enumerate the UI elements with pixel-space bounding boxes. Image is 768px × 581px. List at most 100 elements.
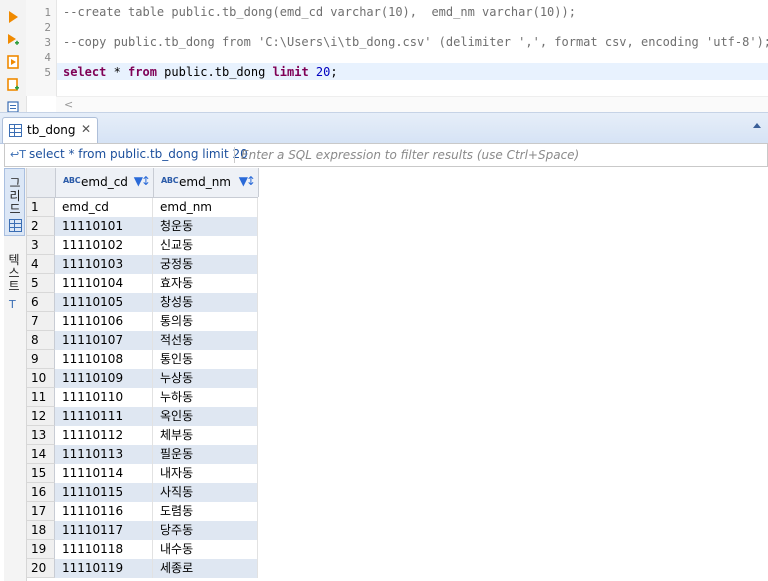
- cell-emd-nm[interactable]: 통의동: [153, 312, 258, 331]
- cell-emd-cd[interactable]: 11110117: [55, 521, 153, 540]
- row-number[interactable]: 19: [27, 540, 55, 559]
- table-row[interactable]: 11 11110110 누하동: [27, 388, 258, 407]
- table-row[interactable]: 13 11110112 체부동: [27, 426, 258, 445]
- execute-statement-icon[interactable]: [6, 10, 20, 24]
- cell-emd-nm[interactable]: 신교동: [153, 236, 258, 255]
- filter-sort-icon[interactable]: ▼↕: [134, 174, 151, 188]
- code-line-1[interactable]: --create table public.tb_dong(emd_cd var…: [63, 5, 576, 20]
- cell-emd-nm[interactable]: 누상동: [153, 369, 258, 388]
- cell-emd-nm[interactable]: 효자동: [153, 274, 258, 293]
- row-number[interactable]: 15: [27, 464, 55, 483]
- cell-emd-cd[interactable]: 11110101: [55, 217, 153, 236]
- execute-in-new-tab-icon[interactable]: [6, 33, 20, 47]
- row-number[interactable]: 4: [27, 255, 55, 274]
- table-row[interactable]: 19 11110118 내수동: [27, 540, 258, 559]
- table-row[interactable]: 17 11110116 도렴동: [27, 502, 258, 521]
- cell-emd-cd[interactable]: 11110107: [55, 331, 153, 350]
- sql-editor[interactable]: 1 2 3 4 5 --create table public.tb_dong(…: [0, 0, 768, 113]
- filter-sort-icon[interactable]: ▼↕: [239, 174, 256, 188]
- cell-emd-nm[interactable]: 누하동: [153, 388, 258, 407]
- row-number[interactable]: 5: [27, 274, 55, 293]
- row-number[interactable]: 7: [27, 312, 55, 331]
- cell-emd-cd[interactable]: 11110114: [55, 464, 153, 483]
- cell-emd-nm[interactable]: 창성동: [153, 293, 258, 312]
- code-line-5[interactable]: select * from public.tb_dong limit 20;: [63, 65, 338, 80]
- cell-emd-cd[interactable]: 11110102: [55, 236, 153, 255]
- cell-emd-cd[interactable]: emd_cd: [55, 198, 153, 217]
- row-number[interactable]: 9: [27, 350, 55, 369]
- code-line-3[interactable]: --copy public.tb_dong from 'C:\Users\i\t…: [63, 35, 768, 50]
- table-row[interactable]: 12 11110111 옥인동: [27, 407, 258, 426]
- cell-emd-cd[interactable]: 11110113: [55, 445, 153, 464]
- cell-emd-nm[interactable]: 통인동: [153, 350, 258, 369]
- cell-emd-nm[interactable]: 궁정동: [153, 255, 258, 274]
- table-row[interactable]: 10 11110109 누상동: [27, 369, 258, 388]
- tab-grid-view[interactable]: 그리드: [4, 168, 25, 236]
- cell-emd-nm[interactable]: emd_nm: [153, 198, 258, 217]
- row-number[interactable]: 12: [27, 407, 55, 426]
- cell-emd-nm[interactable]: 필운동: [153, 445, 258, 464]
- close-tab-icon[interactable]: ✕: [81, 122, 91, 136]
- table-row[interactable]: 8 11110107 적선동: [27, 331, 258, 350]
- cell-emd-nm[interactable]: 도렴동: [153, 502, 258, 521]
- cell-emd-nm[interactable]: 체부동: [153, 426, 258, 445]
- table-row[interactable]: 2 11110101 청운동: [27, 217, 258, 236]
- active-query-label[interactable]: select * from public.tb_dong limit 20: [29, 147, 248, 161]
- table-row[interactable]: 14 11110113 필운동: [27, 445, 258, 464]
- cell-emd-cd[interactable]: 11110103: [55, 255, 153, 274]
- row-number[interactable]: 13: [27, 426, 55, 445]
- table-row[interactable]: 15 11110114 내자동: [27, 464, 258, 483]
- editor-horizontal-scrollbar[interactable]: <: [56, 96, 768, 113]
- filter-history-icon[interactable]: ↩T: [10, 148, 26, 161]
- row-number[interactable]: 6: [27, 293, 55, 312]
- tab-text-view[interactable]: 텍스트 T: [4, 246, 25, 316]
- table-row[interactable]: 4 11110103 궁정동: [27, 255, 258, 274]
- cell-emd-cd[interactable]: 11110110: [55, 388, 153, 407]
- cell-emd-nm[interactable]: 청운동: [153, 217, 258, 236]
- result-grid[interactable]: ABC emd_cd ▼↕ ABC emd_nm ▼↕ 1 emd_cd emd_n…: [27, 168, 768, 581]
- row-number[interactable]: 16: [27, 483, 55, 502]
- cell-emd-cd[interactable]: 11110115: [55, 483, 153, 502]
- cell-emd-nm[interactable]: 사직동: [153, 483, 258, 502]
- cell-emd-cd[interactable]: 11110105: [55, 293, 153, 312]
- cell-emd-nm[interactable]: 당주동: [153, 521, 258, 540]
- table-row[interactable]: 5 11110104 효자동: [27, 274, 258, 293]
- table-row[interactable]: 1 emd_cd emd_nm: [27, 198, 258, 217]
- cell-emd-nm[interactable]: 옥인동: [153, 407, 258, 426]
- cell-emd-cd[interactable]: 11110106: [55, 312, 153, 331]
- cell-emd-cd[interactable]: 11110111: [55, 407, 153, 426]
- cell-emd-cd[interactable]: 11110116: [55, 502, 153, 521]
- row-number[interactable]: 18: [27, 521, 55, 540]
- row-number[interactable]: 2: [27, 217, 55, 236]
- row-number[interactable]: 10: [27, 369, 55, 388]
- table-row[interactable]: 6 11110105 창성동: [27, 293, 258, 312]
- filter-expression-input[interactable]: [241, 146, 761, 163]
- row-number[interactable]: 1: [27, 198, 55, 217]
- row-number[interactable]: 17: [27, 502, 55, 521]
- grid-corner[interactable]: [27, 168, 56, 197]
- tab-tb-dong[interactable]: tb_dong ✕: [2, 117, 98, 143]
- table-row[interactable]: 9 11110108 통인동: [27, 350, 258, 369]
- row-number[interactable]: 11: [27, 388, 55, 407]
- cell-emd-cd[interactable]: 11110104: [55, 274, 153, 293]
- cell-emd-cd[interactable]: 11110119: [55, 559, 153, 578]
- cell-emd-nm[interactable]: 내수동: [153, 540, 258, 559]
- execute-script-new-tabs-icon[interactable]: [6, 78, 20, 92]
- column-header-emd-cd[interactable]: ABC emd_cd ▼↕: [56, 168, 154, 197]
- execute-script-icon[interactable]: [6, 55, 20, 69]
- row-number[interactable]: 8: [27, 331, 55, 350]
- row-number[interactable]: 3: [27, 236, 55, 255]
- cell-emd-nm[interactable]: 적선동: [153, 331, 258, 350]
- row-number[interactable]: 20: [27, 559, 55, 578]
- table-row[interactable]: 20 11110119 세종로: [27, 559, 258, 578]
- scroll-left-arrow-icon[interactable]: <: [64, 98, 73, 111]
- cell-emd-cd[interactable]: 11110112: [55, 426, 153, 445]
- column-header-emd-nm[interactable]: ABC emd_nm ▼↕: [154, 168, 259, 197]
- cell-emd-nm[interactable]: 내자동: [153, 464, 258, 483]
- table-row[interactable]: 3 11110102 신교동: [27, 236, 258, 255]
- table-row[interactable]: 7 11110106 통의동: [27, 312, 258, 331]
- maximize-panel-icon[interactable]: [752, 121, 762, 129]
- row-number[interactable]: 14: [27, 445, 55, 464]
- table-row[interactable]: 18 11110117 당주동: [27, 521, 258, 540]
- cell-emd-cd[interactable]: 11110109: [55, 369, 153, 388]
